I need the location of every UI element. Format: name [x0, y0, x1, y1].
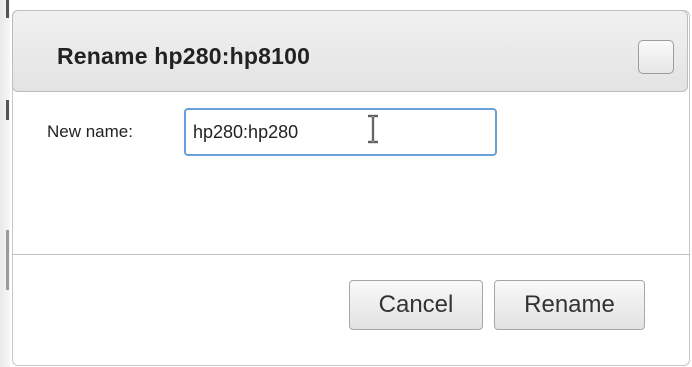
- cancel-button[interactable]: Cancel: [349, 280, 483, 330]
- footer-divider: [12, 254, 690, 255]
- edge-mark: [6, 100, 9, 120]
- dialog-title: Rename hp280:hp8100: [57, 43, 311, 69]
- edge-mark: [6, 230, 9, 290]
- new-name-label: New name:: [47, 122, 133, 141]
- background-window-edge: [0, 0, 10, 367]
- rename-button[interactable]: Rename: [494, 280, 645, 330]
- close-button[interactable]: [638, 40, 674, 74]
- new-name-input[interactable]: [184, 108, 497, 156]
- edge-mark: [6, 0, 9, 18]
